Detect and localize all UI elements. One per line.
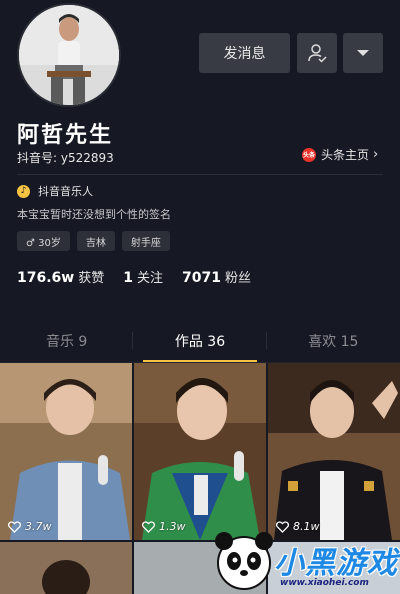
video-likes-text: 1.3w: [159, 520, 186, 533]
avatar[interactable]: [17, 3, 121, 107]
tab-likes[interactable]: 喜欢 15: [267, 320, 400, 362]
send-message-button[interactable]: 发消息: [199, 33, 290, 73]
video-thumbnail[interactable]: 3.7w: [0, 363, 132, 540]
avatar-photo: [19, 5, 119, 105]
video-thumbnail-image: [268, 363, 400, 540]
profile-name: 阿哲先生: [17, 123, 114, 148]
follow-button[interactable]: [297, 33, 337, 73]
more-options-button[interactable]: [343, 33, 383, 73]
music-note-icon: ♪: [17, 184, 30, 198]
send-message-label: 发消息: [223, 46, 266, 62]
toutiao-logo-icon: 头条: [302, 147, 316, 162]
toutiao-label: 头条主页: [321, 148, 370, 162]
site-watermark: 小黑游戏 www.xiaohei.com: [212, 526, 400, 594]
video-thumbnail[interactable]: 1.3w: [134, 363, 266, 540]
video-thumbnail[interactable]: [0, 542, 132, 594]
tag-zodiac: 射手座: [121, 231, 170, 251]
content-tabs: 音乐 9 作品 36 喜欢 15: [0, 320, 400, 363]
video-thumbnail-image: [0, 542, 132, 594]
panda-logo-icon: [215, 532, 273, 590]
video-like-count: 3.7w: [8, 520, 52, 533]
followers-label[interactable]: 粉丝: [225, 267, 251, 286]
profile-bio: 本宝宝暂时还没想到个性的签名: [17, 208, 171, 221]
chevron-right-icon: ›: [373, 147, 379, 162]
musician-label: 抖音音乐人: [38, 185, 93, 198]
watermark-url: www.xiaohei.com: [280, 578, 369, 588]
douyin-id: 抖音号: y522893: [17, 151, 114, 165]
profile-stats: 176.6w 获赞 1 关注 7071 粉丝: [17, 267, 270, 286]
video-thumbnail[interactable]: 8.1w: [268, 363, 400, 540]
tab-music[interactable]: 音乐 9: [0, 320, 134, 362]
tag-age: ♂ 30岁: [17, 231, 70, 251]
followers-count[interactable]: 7071: [182, 270, 221, 286]
following-count[interactable]: 1: [123, 270, 133, 286]
musician-badge[interactable]: ♪ 抖音音乐人: [17, 183, 93, 199]
likes-label: 获赞: [78, 271, 105, 286]
tab-works[interactable]: 作品 36: [133, 320, 267, 362]
video-thumbnail-image: [0, 363, 132, 540]
profile-header: 发消息 阿哲先生 抖音号: y522893 头条 头条主页 › ♪ 抖音音乐人 …: [0, 0, 400, 320]
video-thumbnail-image: [134, 363, 266, 540]
video-likes-text: 3.7w: [25, 520, 52, 533]
heart-icon: [8, 520, 21, 533]
divider: [17, 174, 383, 175]
heart-icon: [142, 520, 155, 533]
following-label[interactable]: 关注: [137, 267, 163, 286]
profile-tags: ♂ 30岁 吉林 射手座: [17, 231, 170, 251]
caret-down-icon: [357, 50, 369, 56]
watermark-title: 小黑游戏: [274, 546, 398, 581]
tab-likes-label: 喜欢 15: [308, 334, 359, 350]
likes-count: 176.6w: [17, 270, 75, 286]
tab-music-label: 音乐 9: [45, 334, 88, 350]
tab-works-label: 作品 36: [174, 334, 226, 350]
toutiao-homepage-link[interactable]: 头条 头条主页 ›: [302, 146, 378, 163]
video-like-count: 1.3w: [142, 520, 186, 533]
active-tab-indicator: [143, 360, 257, 362]
user-check-icon: [308, 44, 327, 63]
tag-location: 吉林: [76, 231, 115, 251]
